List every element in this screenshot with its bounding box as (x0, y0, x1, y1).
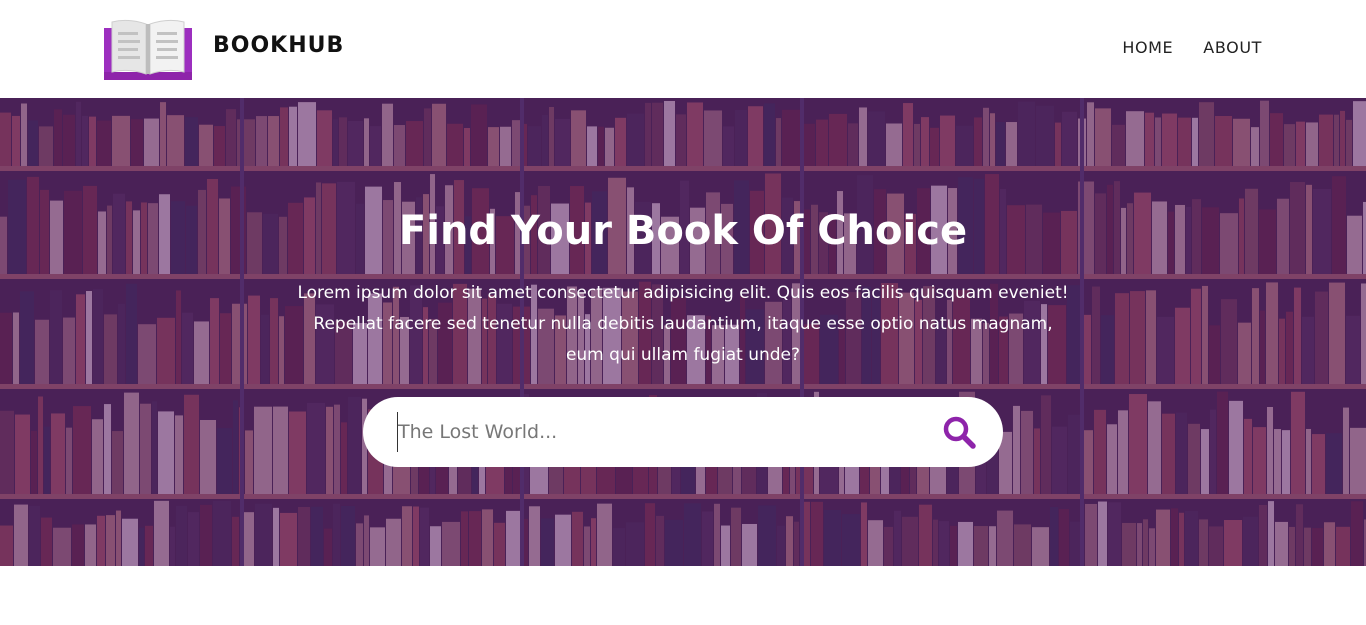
search-icon (943, 416, 976, 449)
main-nav: HOME ABOUT (1122, 38, 1262, 57)
nav-about-link[interactable]: ABOUT (1203, 38, 1262, 57)
site-header: BOOKHUB HOME ABOUT (0, 0, 1366, 98)
open-book-icon (104, 19, 192, 80)
brand-name[interactable]: BOOKHUB (213, 33, 344, 58)
logo[interactable] (104, 16, 192, 80)
hero-description: Lorem ipsum dolor sit amet consectetur a… (297, 283, 1069, 365)
search-bar (363, 397, 1003, 467)
search-input[interactable] (397, 412, 939, 452)
nav-home-link[interactable]: HOME (1122, 38, 1173, 57)
page-body (0, 566, 1366, 625)
hero-section: Find Your Book Of Choice Lorem ipsum dol… (0, 98, 1366, 566)
search-button[interactable] (939, 412, 979, 452)
hero-title: Find Your Book Of Choice (398, 208, 968, 254)
